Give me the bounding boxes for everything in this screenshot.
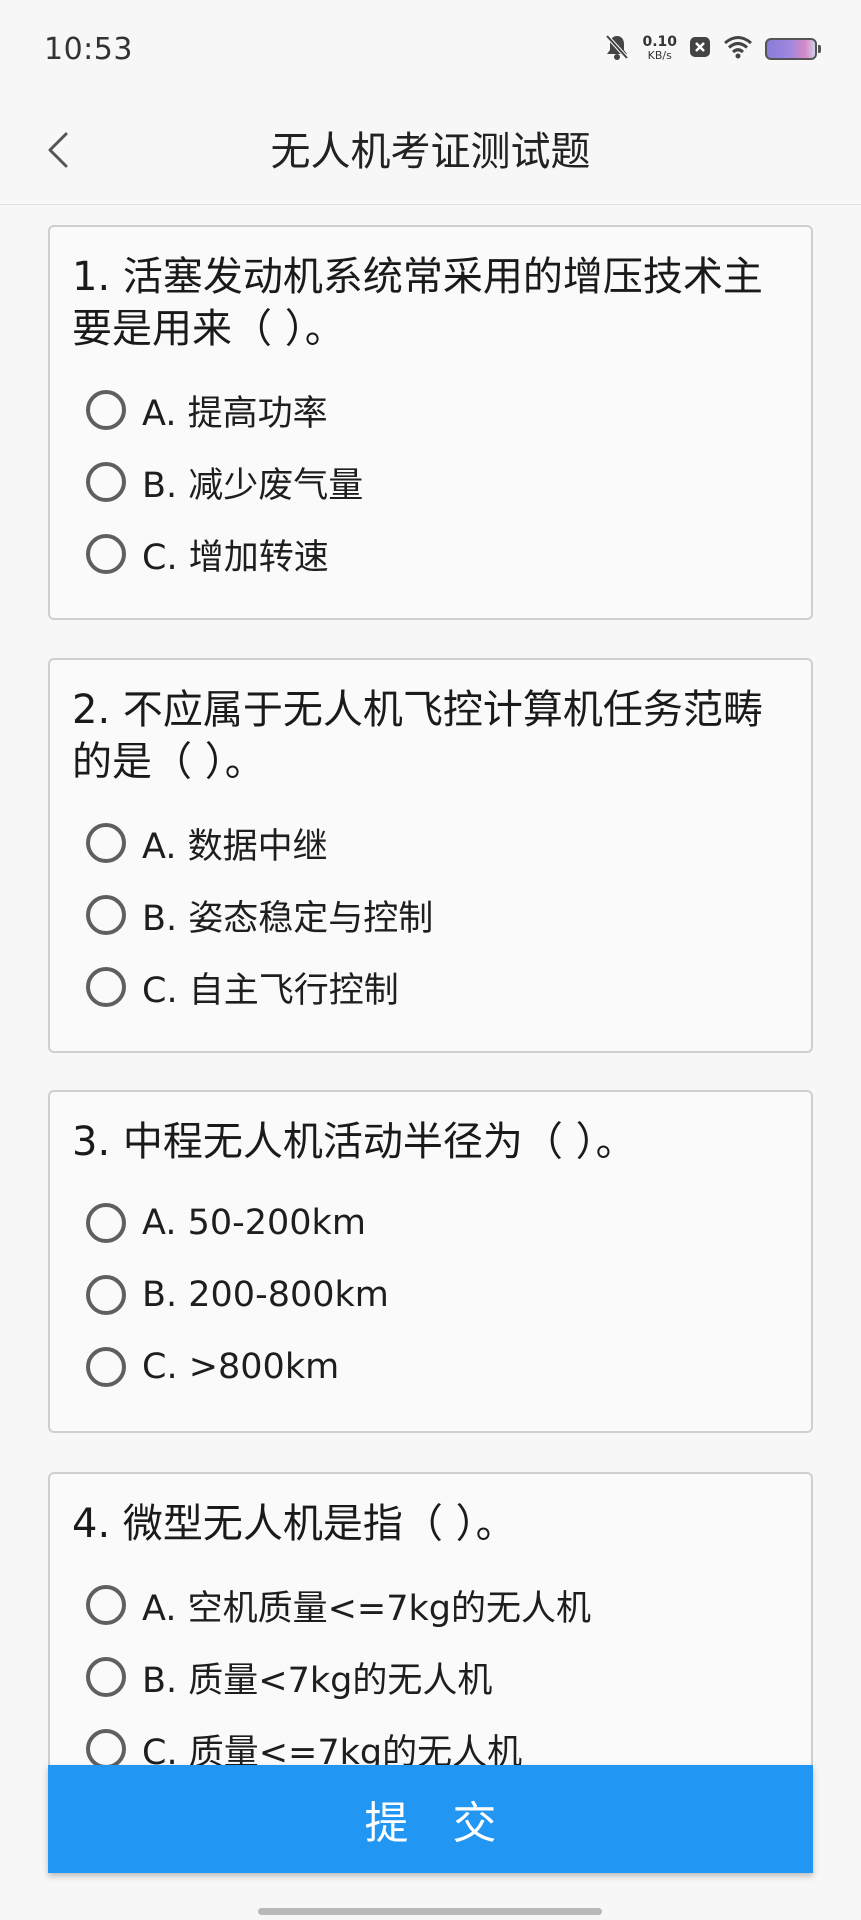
option-label: A. 空机质量<=7kg的无人机 <box>142 1588 591 1629</box>
option-label: A. 50-200km <box>142 1203 366 1243</box>
question-text: 1. 活塞发动机系统常采用的增压技术主要是用来（ ）。 <box>72 254 763 352</box>
wifi-icon <box>723 35 753 63</box>
option-label: A. 数据中继 <box>142 826 328 867</box>
home-indicator[interactable] <box>258 1908 602 1915</box>
question-text: 2. 不应属于无人机飞控计算机任务范畴的是（ ）。 <box>72 687 763 785</box>
option-label: C. 自主飞行控制 <box>142 970 399 1011</box>
net-speed-unit: KB/s <box>647 49 672 62</box>
radio-button[interactable] <box>86 823 126 863</box>
close-box-icon <box>689 36 711 62</box>
option-b[interactable]: B. 姿态稳定与控制 <box>86 890 433 940</box>
net-speed-value: 0.10 <box>642 34 677 50</box>
page-title: 无人机考证测试题 <box>270 129 591 175</box>
radio-button[interactable] <box>86 1657 126 1697</box>
status-time: 10:53 <box>44 32 133 67</box>
option-a[interactable]: A. 空机质量<=7kg的无人机 <box>86 1580 591 1630</box>
radio-button[interactable] <box>86 1203 126 1243</box>
status-bar: 10:53 0.10 KB/s <box>0 0 861 100</box>
option-label: A. 提高功率 <box>142 393 328 434</box>
option-b[interactable]: B. 200-800km <box>86 1270 389 1320</box>
option-a[interactable]: A. 提高功率 <box>86 385 328 435</box>
radio-button[interactable] <box>86 1275 126 1315</box>
option-c[interactable]: C. 自主飞行控制 <box>86 962 399 1012</box>
option-label: B. 质量<7kg的无人机 <box>142 1660 493 1701</box>
battery-icon <box>765 38 821 60</box>
radio-button[interactable] <box>86 1347 126 1387</box>
bell-off-icon <box>604 33 630 65</box>
option-b[interactable]: B. 减少废气量 <box>86 457 363 507</box>
radio-button[interactable] <box>86 1729 126 1769</box>
radio-button[interactable] <box>86 390 126 430</box>
option-label: C. >800km <box>142 1347 340 1387</box>
status-icons: 0.10 KB/s <box>604 32 821 66</box>
radio-button[interactable] <box>86 462 126 502</box>
question-text: 3. 中程无人机活动半径为（ ）。 <box>72 1119 636 1165</box>
option-label: B. 200-800km <box>142 1275 389 1315</box>
question-card-4: 4. 微型无人机是指（ ）。 A. 空机质量<=7kg的无人机 B. 质量<7k… <box>48 1472 813 1815</box>
option-c[interactable]: C. >800km <box>86 1342 339 1392</box>
question-card-1: 1. 活塞发动机系统常采用的增压技术主要是用来（ ）。 A. 提高功率 B. 减… <box>48 225 813 620</box>
radio-button[interactable] <box>86 895 126 935</box>
question-list[interactable]: 1. 活塞发动机系统常采用的增压技术主要是用来（ ）。 A. 提高功率 B. 减… <box>0 205 861 1920</box>
question-card-3: 3. 中程无人机活动半径为（ ）。 A. 50-200km B. 200-800… <box>48 1090 813 1433</box>
radio-button[interactable] <box>86 1585 126 1625</box>
option-c[interactable]: C. 增加转速 <box>86 529 329 579</box>
question-text: 4. 微型无人机是指（ ）。 <box>72 1501 516 1547</box>
option-label: B. 减少废气量 <box>142 465 364 506</box>
option-label: B. 姿态稳定与控制 <box>142 898 434 939</box>
option-a[interactable]: A. 50-200km <box>86 1198 366 1248</box>
option-a[interactable]: A. 数据中继 <box>86 818 328 868</box>
option-label: C. 增加转速 <box>142 537 329 578</box>
radio-button[interactable] <box>86 534 126 574</box>
option-b[interactable]: B. 质量<7kg的无人机 <box>86 1652 492 1702</box>
submit-button[interactable]: 提交 <box>48 1765 813 1873</box>
app-bar: 无人机考证测试题 <box>0 100 861 205</box>
net-speed: 0.10 KB/s <box>642 34 677 62</box>
question-card-2: 2. 不应属于无人机飞控计算机任务范畴的是（ ）。 A. 数据中继 B. 姿态稳… <box>48 658 813 1053</box>
radio-button[interactable] <box>86 967 126 1007</box>
